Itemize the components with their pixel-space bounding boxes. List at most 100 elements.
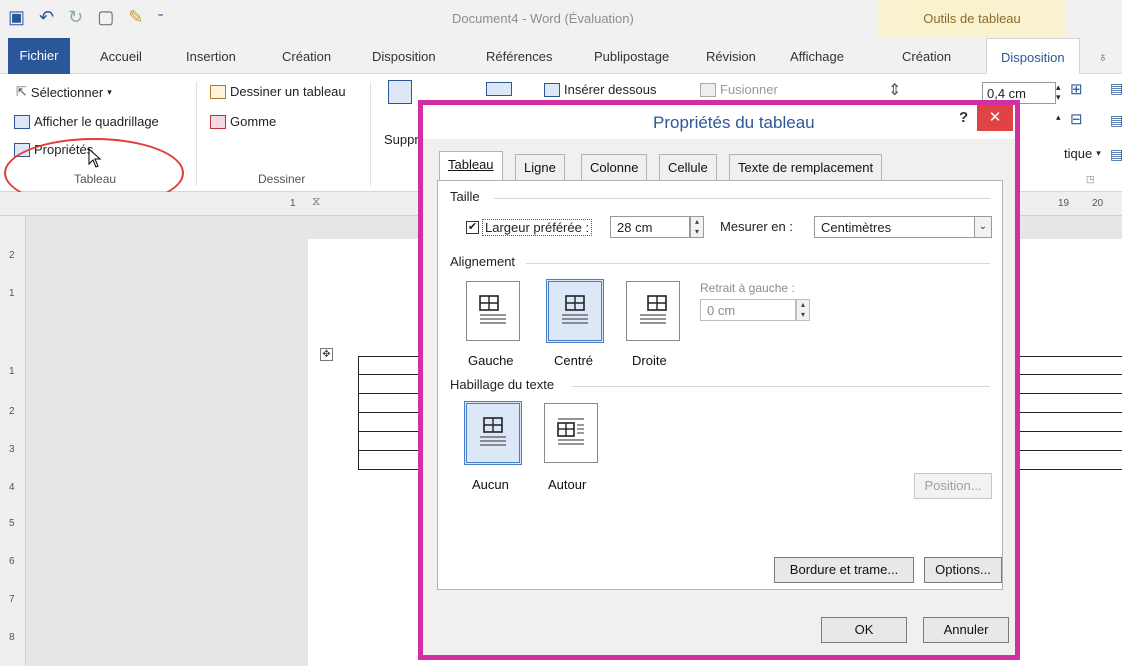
delete-button[interactable]: Suppr <box>384 132 419 147</box>
tab-insertion[interactable]: Insertion <box>186 49 236 64</box>
autofit-button[interactable]: tique ▾ <box>1064 146 1101 161</box>
tab-publipostage[interactable]: Publipostage <box>594 49 669 64</box>
grid-icon <box>14 114 30 129</box>
indent-label: Retrait à gauche : <box>700 281 795 295</box>
wrap-none-label: Aucun <box>472 477 509 492</box>
position-button[interactable]: Position... <box>914 473 992 499</box>
preferred-width-spinner[interactable]: ▴ ▾ <box>690 216 704 238</box>
col-width-spinner[interactable]: ▴ <box>1056 112 1061 123</box>
tab-ligne[interactable]: Ligne <box>515 154 565 180</box>
tab-fichier[interactable]: Fichier <box>8 38 70 74</box>
ruler-mark: 1 <box>9 288 15 299</box>
measure-label: Mesurer en : <box>720 219 793 234</box>
new-doc-icon[interactable]: ▢ <box>97 6 114 28</box>
tab-affichage[interactable]: Affichage <box>790 49 844 64</box>
align-center-option[interactable] <box>546 279 604 343</box>
tab-disposition[interactable]: Disposition <box>372 49 436 64</box>
align-left-label: Gauche <box>468 353 514 368</box>
select-button[interactable]: ⇱ Sélectionner ▾ <box>16 84 112 100</box>
tab-creation[interactable]: Création <box>282 49 331 64</box>
table-move-handle-icon[interactable]: ✥ <box>320 348 333 361</box>
indent-input[interactable]: 0 cm <box>700 299 796 321</box>
insert-below-label: Insérer dessous <box>564 82 657 97</box>
chevron-down-icon[interactable]: ⌄ <box>974 216 992 238</box>
tab-references[interactable]: Références <box>486 49 552 64</box>
tab-cellule[interactable]: Cellule <box>659 154 717 180</box>
align-right-option[interactable] <box>626 281 680 341</box>
redo-icon[interactable]: ↻ <box>68 6 83 28</box>
wrap-none-icon <box>480 417 506 446</box>
tab-colonne[interactable]: Colonne <box>581 154 648 180</box>
section-divider <box>494 198 990 199</box>
gridlines-label: Afficher le quadrillage <box>34 114 159 129</box>
document-title: Document4 - Word (Évaluation) <box>452 11 634 26</box>
ruler-mark: 6 <box>9 556 15 567</box>
vertical-ruler: 2 1 1 2 3 4 5 6 7 8 <box>0 216 26 666</box>
ruler-mark: 4 <box>9 482 15 493</box>
pencil-table-icon <box>210 84 226 99</box>
wrap-around-option[interactable] <box>544 403 598 463</box>
wrap-around-icon <box>557 418 584 445</box>
options-button[interactable]: Options... <box>924 557 1002 583</box>
indent-marker-icon[interactable]: ⧖ <box>312 194 320 209</box>
tab-accueil[interactable]: Accueil <box>100 49 142 64</box>
ok-button[interactable]: OK <box>821 617 907 643</box>
mouse-cursor-icon <box>88 148 102 168</box>
eraser-label: Gomme <box>230 114 277 129</box>
autofit-label: tique <box>1064 146 1093 161</box>
title-bar: ▣ ↶ ↻ ▢ ✎ ⁼ Document4 - Word (Évaluation… <box>0 0 1122 38</box>
select-label: Sélectionner <box>30 84 104 100</box>
row-height-spinner[interactable]: ▴ ▾ <box>1056 82 1061 102</box>
cancel-button[interactable]: Annuler <box>923 617 1009 643</box>
align-middle-icon[interactable]: ▤ <box>1110 112 1122 129</box>
eraser-button[interactable]: Gomme <box>210 114 276 129</box>
ribbon-tabs: Fichier Accueil Insertion Création Dispo… <box>0 38 1122 75</box>
delete-table-icon[interactable] <box>388 80 412 104</box>
dialog-launcher-icon[interactable]: ◳ <box>1086 174 1095 185</box>
lightbulb-icon[interactable]: ♁ <box>1098 49 1108 64</box>
align-bottom-icon[interactable]: ▤ <box>1110 146 1122 163</box>
row-height-icon: ⇕ <box>888 82 902 99</box>
distribute-rows-icon[interactable]: ⊞ <box>1070 80 1083 98</box>
gridlines-button[interactable]: Afficher le quadrillage <box>14 114 159 129</box>
merge-icon <box>700 82 716 97</box>
borders-shading-button[interactable]: Bordure et trame... <box>774 557 914 583</box>
insert-above-icon[interactable] <box>486 82 512 96</box>
help-button[interactable]: ? <box>959 109 968 126</box>
dialog-title-bar: Propriétés du tableau ? ✕ <box>423 105 1015 139</box>
measure-select[interactable]: Centimètres <box>814 216 992 238</box>
tab-texte-remplacement[interactable]: Texte de remplacement <box>729 154 883 180</box>
align-center-label: Centré <box>554 353 594 368</box>
table-tools-context: Outils de tableau <box>878 0 1066 38</box>
wrap-none-option[interactable] <box>464 401 522 465</box>
tab-revision[interactable]: Révision <box>706 49 756 64</box>
quick-access-toolbar: ▣ ↶ ↻ ▢ ✎ ⁼ <box>8 6 164 28</box>
draw-table-button[interactable]: Dessiner un tableau <box>210 84 346 99</box>
draw-table-label: Dessiner un tableau <box>230 84 346 99</box>
ruler-mark: 7 <box>9 594 15 605</box>
customize-icon[interactable]: ⁼ <box>157 6 163 28</box>
row-height-value: 0,4 cm <box>987 85 1027 101</box>
tab-tableau-label: Tableau <box>448 157 494 172</box>
align-top-icon[interactable]: ▤ <box>1110 80 1122 97</box>
save-icon[interactable]: ▣ <box>8 6 25 28</box>
tab-tableau[interactable]: Tableau <box>439 151 503 181</box>
tab-table-creation[interactable]: Création <box>902 49 951 64</box>
wrap-around-label: Autour <box>548 477 587 492</box>
align-right-label: Droite <box>632 353 667 368</box>
undo-icon[interactable]: ↶ <box>39 6 54 28</box>
tableau-panel: Taille ✔ Largeur préférée : 28 cm ▴ ▾ Mes… <box>437 180 1003 590</box>
tab-table-disposition[interactable]: Disposition <box>986 38 1080 75</box>
insert-below-button[interactable]: Insérer dessous <box>544 82 657 97</box>
distribute-columns-icon[interactable]: ⊟ <box>1070 110 1083 128</box>
preferred-width-checkbox[interactable]: ✔ <box>466 221 479 234</box>
table-properties-dialog: Propriétés du tableau ? ✕ Tableau Ligne … <box>418 100 1020 660</box>
section-alignement: Alignement <box>450 254 516 269</box>
brush-icon[interactable]: ✎ <box>128 6 143 28</box>
align-left-option[interactable] <box>466 281 520 341</box>
close-button[interactable]: ✕ <box>977 105 1013 131</box>
merge-button[interactable]: Fusionner <box>700 82 778 97</box>
preferred-width-input[interactable]: 28 cm <box>610 216 690 238</box>
indent-spinner[interactable]: ▴ ▾ <box>796 299 810 321</box>
dialog-title: Propriétés du tableau <box>653 113 815 132</box>
